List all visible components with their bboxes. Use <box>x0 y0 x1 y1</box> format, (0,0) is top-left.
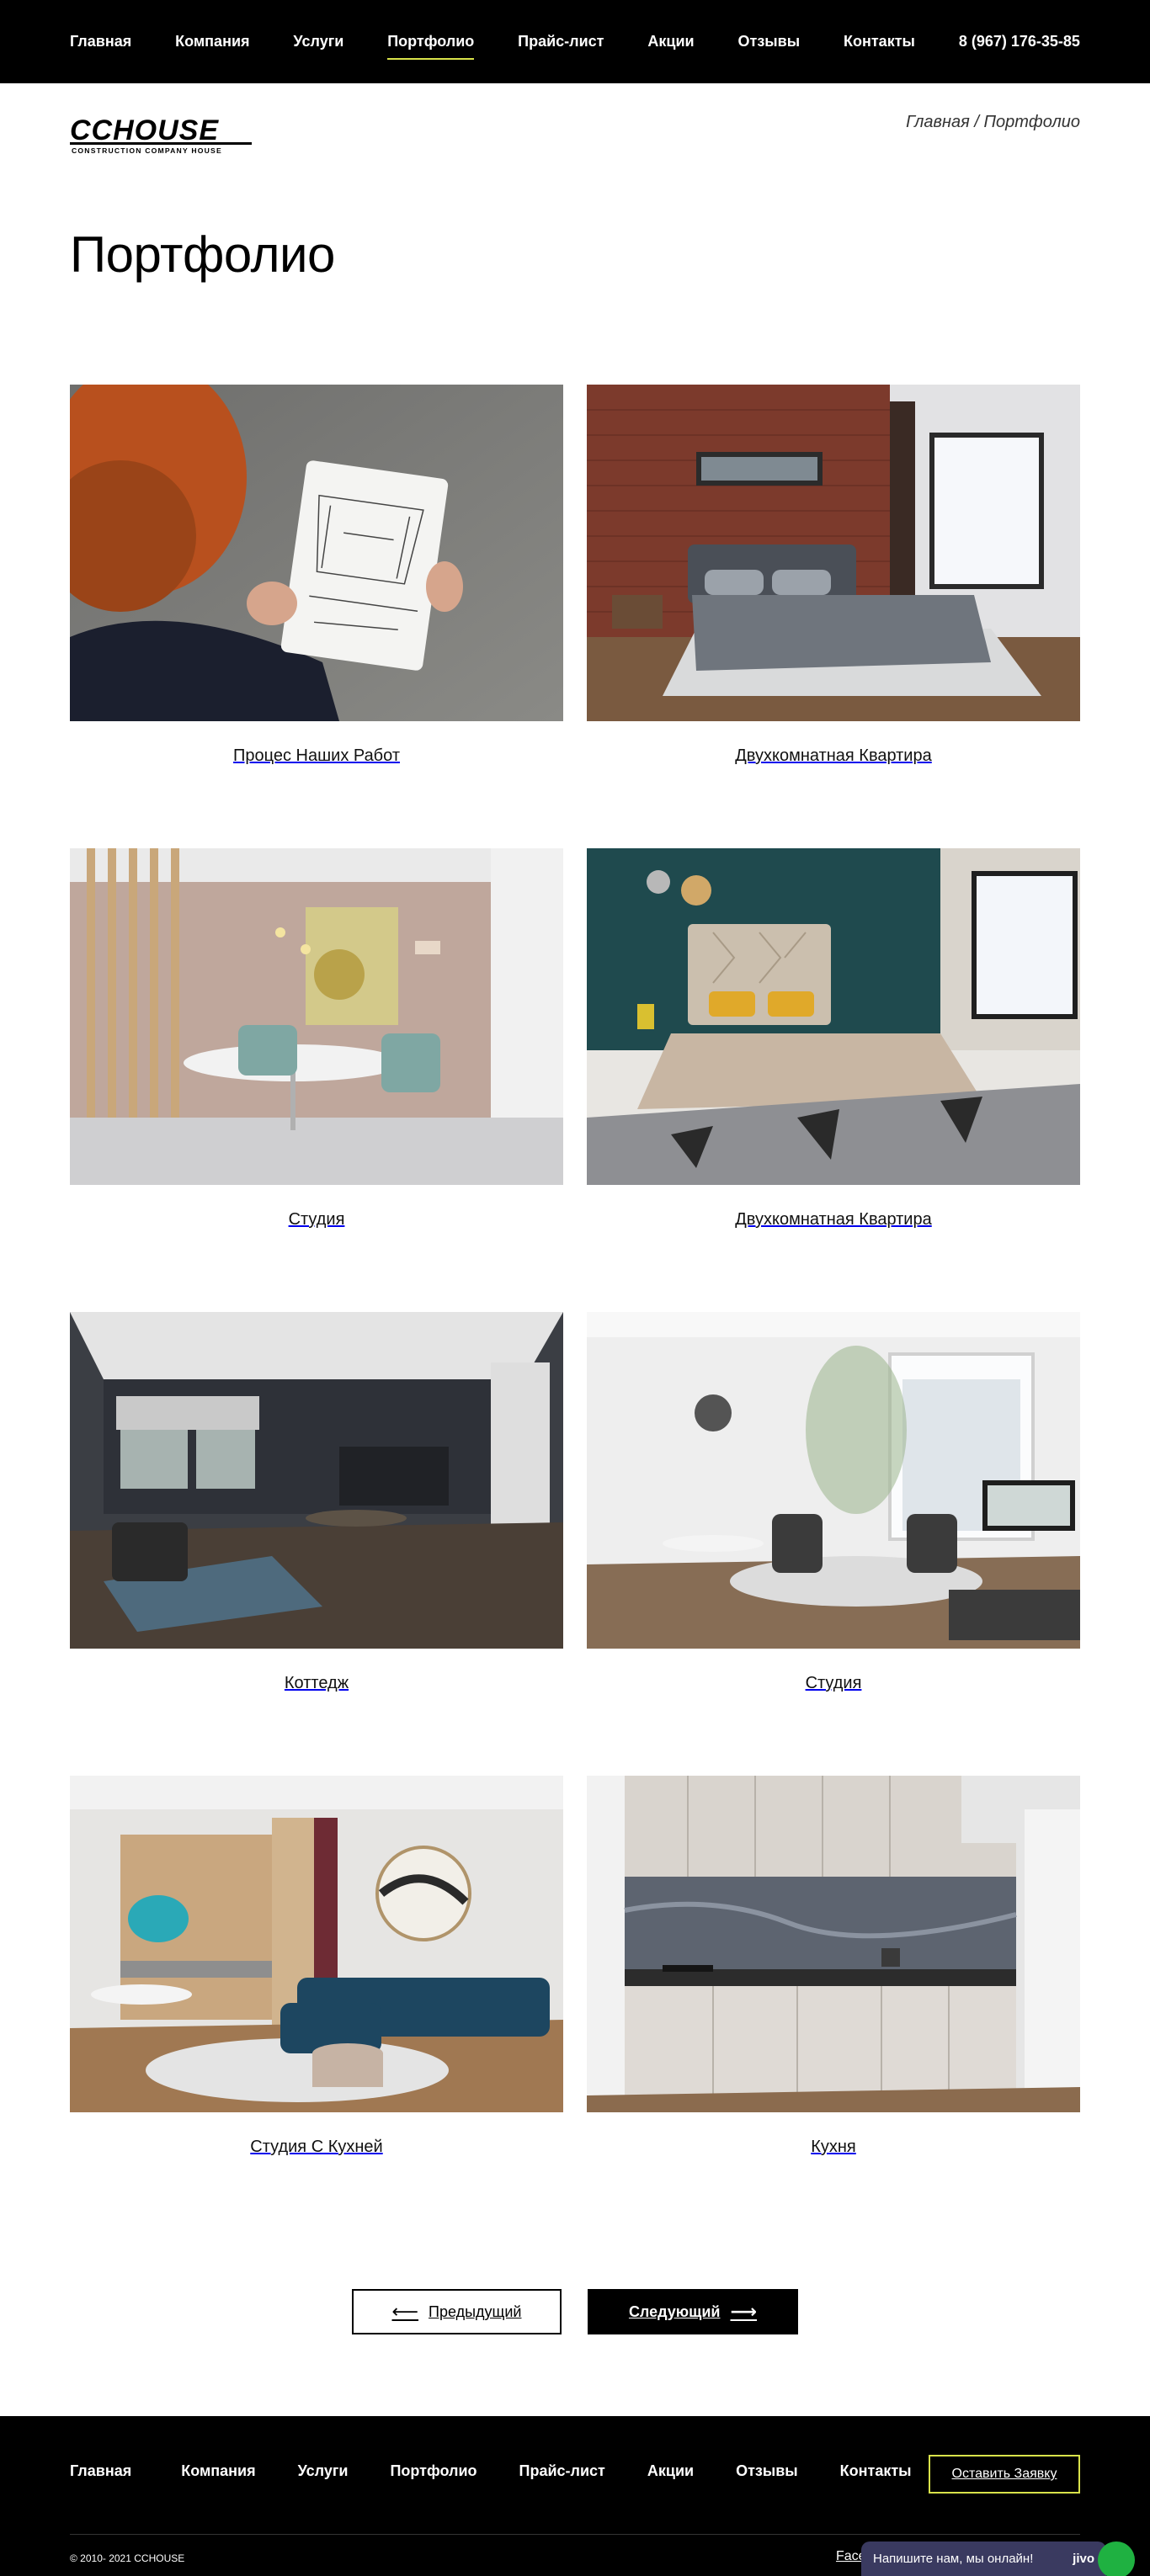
portfolio-card[interactable]: Кухня <box>587 1776 1080 2157</box>
phone-link[interactable]: 8 (967) 176-35-85 <box>959 26 1080 57</box>
breadcrumb-current: Портфолио <box>983 113 1080 131</box>
nav-item-prices[interactable]: Прайс-лист <box>518 26 604 57</box>
previous-label: Предыдущий <box>429 2302 522 2320</box>
portfolio-caption: Коттедж <box>284 1674 349 1692</box>
portfolio-caption: Студия С Кухней <box>250 2138 383 2156</box>
top-navbar: Главная Компания Услуги Портфолио Прайс-… <box>0 0 1150 83</box>
chat-widget[interactable]: Напишите нам, мы онлайн! jivo <box>861 2541 1106 2576</box>
footer-item-prices[interactable]: Прайс-лист <box>519 2462 605 2480</box>
breadcrumb: Главная / Портфолио <box>906 113 1080 132</box>
footer-item-contacts[interactable]: Контакты <box>840 2462 912 2480</box>
portfolio-caption: Двухкомнатная Квартира <box>735 746 932 765</box>
next-button[interactable]: Следующий ⟶ <box>588 2289 798 2334</box>
footer-item-services[interactable]: Услуги <box>298 2462 349 2480</box>
page-title: Портфолио <box>70 226 335 283</box>
footer-divider <box>70 2534 1080 2535</box>
footer-item-portfolio[interactable]: Портфолио <box>390 2462 477 2480</box>
nav-item-home[interactable]: Главная <box>70 26 131 57</box>
portfolio-card[interactable]: Коттедж <box>70 1312 563 1693</box>
copyright: © 2010- 2021 CCHOUSE <box>70 2552 185 2564</box>
logo-title: CCHOUSE <box>70 114 219 146</box>
chat-label: Напишите нам, мы онлайн! <box>873 2552 1034 2566</box>
breadcrumb-separator: / <box>969 113 984 131</box>
portfolio-image <box>587 1776 1080 2112</box>
portfolio-card[interactable]: Студия С Кухней <box>70 1776 563 2157</box>
portfolio-image <box>70 1312 563 1649</box>
nav-item-reviews[interactable]: Отзывы <box>738 26 801 57</box>
chat-status-icon[interactable] <box>1098 2541 1135 2576</box>
next-label: Следующий <box>628 2302 721 2320</box>
portfolio-caption: Студия <box>805 1674 862 1692</box>
portfolio-caption: Процес Наших Работ <box>233 746 400 765</box>
breadcrumb-home[interactable]: Главная <box>906 113 970 131</box>
portfolio-card[interactable]: Студия <box>70 848 563 1230</box>
footer: Главная Компания Услуги Портфолио Прайс-… <box>0 2416 1150 2576</box>
portfolio-caption: Двухкомнатная Квартира <box>735 1210 932 1229</box>
portfolio-card[interactable]: Студия <box>587 1312 1080 1693</box>
portfolio-card[interactable]: Двухкомнатная Квартира <box>587 385 1080 766</box>
portfolio-card[interactable]: Процес Наших Работ <box>70 385 563 766</box>
portfolio-image <box>587 385 1080 721</box>
footer-item-home[interactable]: Главная <box>70 2462 131 2480</box>
portfolio-caption: Кухня <box>811 2138 856 2156</box>
portfolio-image <box>70 385 563 721</box>
logo-graphic: CCHOUSE CONSTRUCTION COMPANY HOUSE <box>70 114 252 155</box>
nav-item-company[interactable]: Компания <box>175 26 249 57</box>
portfolio-card[interactable]: Двухкомнатная Квартира <box>587 848 1080 1230</box>
arrow-right-icon: ⟶ <box>730 2301 758 2322</box>
logo[interactable]: CCHOUSE CONSTRUCTION COMPANY HOUSE <box>70 114 255 157</box>
chat-brand: jivo <box>1073 2552 1094 2566</box>
portfolio-caption: Студия <box>288 1210 345 1229</box>
footer-nav: Главная Компания Услуги Портфолио Прайс-… <box>70 2462 912 2480</box>
main-nav: Главная Компания Услуги Портфолио Прайс-… <box>70 0 1080 83</box>
footer-item-reviews[interactable]: Отзывы <box>736 2462 798 2480</box>
portfolio-image <box>70 848 563 1185</box>
arrow-left-icon: ⟵ <box>391 2301 419 2322</box>
nav-item-services[interactable]: Услуги <box>293 26 343 57</box>
footer-item-company[interactable]: Компания <box>181 2462 255 2480</box>
portfolio-image <box>587 1312 1080 1649</box>
request-button[interactable]: Оставить Заявку <box>929 2455 1080 2494</box>
footer-item-promotions[interactable]: Акции <box>647 2462 694 2480</box>
portfolio-image <box>70 1776 563 2112</box>
portfolio-image <box>587 848 1080 1185</box>
previous-button[interactable]: ⟵ Предыдущий <box>352 2289 562 2334</box>
logo-subtitle: CONSTRUCTION COMPANY HOUSE <box>72 146 222 155</box>
nav-item-promotions[interactable]: Акции <box>647 26 694 57</box>
nav-item-portfolio[interactable]: Портфолио <box>387 26 475 60</box>
pagination: ⟵ Предыдущий Следующий ⟶ <box>0 2289 1150 2334</box>
nav-item-contacts[interactable]: Контакты <box>844 26 915 57</box>
